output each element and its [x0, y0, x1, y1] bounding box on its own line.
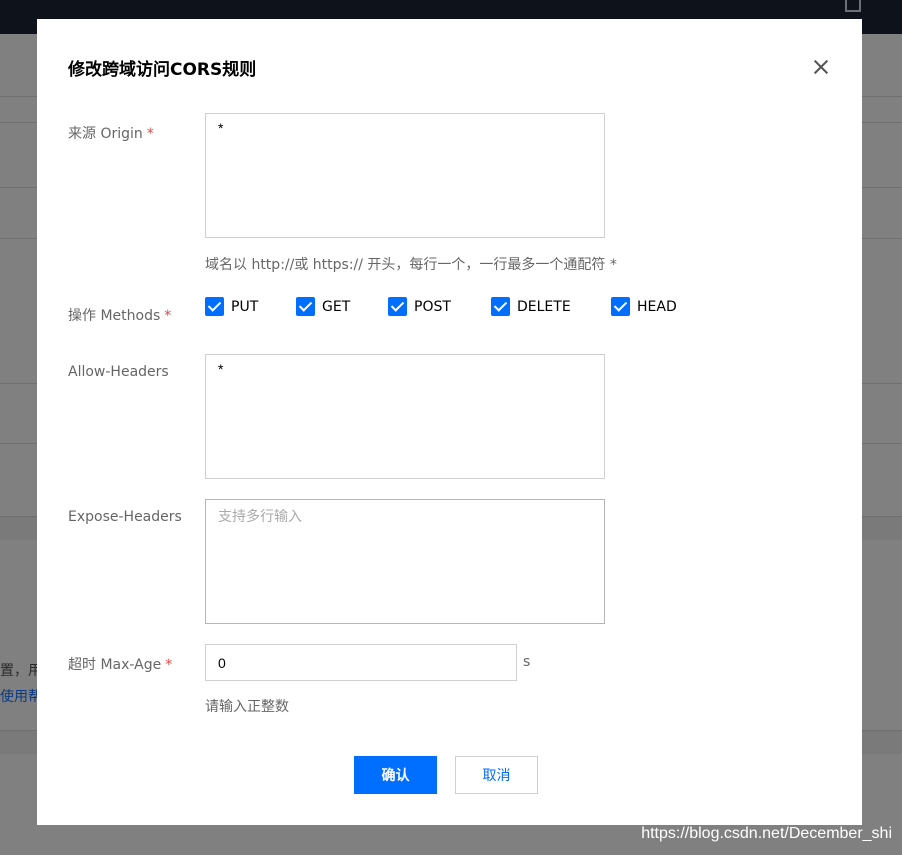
expose-headers-label: Expose-Headers [68, 509, 182, 525]
method-checkbox-delete[interactable]: DELETE [491, 297, 571, 316]
checkbox-checked-icon[interactable] [491, 297, 510, 316]
method-checkbox-get[interactable]: GET [296, 297, 350, 316]
expose-headers-textarea[interactable] [205, 499, 605, 624]
origin-help-text: 域名以 http://或 https:// 开头，每行一个，一行最多一个通配符 … [205, 257, 617, 273]
cancel-button[interactable]: 取消 [455, 756, 538, 794]
allow-headers-label: Allow-Headers [68, 364, 169, 380]
checkbox-checked-icon[interactable] [205, 297, 224, 316]
watermark: https://blog.csdn.net/December_shi [641, 825, 892, 842]
close-icon[interactable] [809, 55, 833, 79]
confirm-button[interactable]: 确认 [354, 756, 437, 794]
required-mark: * [165, 657, 173, 673]
checkbox-checked-icon[interactable] [296, 297, 315, 316]
max-age-help-text: 请输入正整数 [205, 699, 289, 715]
origin-textarea[interactable]: * [205, 113, 605, 238]
dialog-title: 修改跨域访问CORS规则 [68, 60, 257, 80]
origin-label: 来源 Origin * [68, 126, 154, 142]
checkbox-checked-icon[interactable] [611, 297, 630, 316]
method-checkbox-head[interactable]: HEAD [611, 297, 677, 316]
max-age-input[interactable] [205, 644, 517, 681]
grid-icon[interactable] [845, 0, 861, 12]
background-help-link[interactable]: 使用帮 [0, 686, 42, 706]
method-checkbox-post[interactable]: POST [388, 297, 451, 316]
background-text: 置，用 [0, 663, 42, 679]
method-checkbox-put[interactable]: PUT [205, 297, 258, 316]
checkbox-checked-icon[interactable] [388, 297, 407, 316]
allow-headers-textarea[interactable]: * [205, 354, 605, 479]
required-mark: * [164, 308, 172, 324]
cors-rule-dialog: 修改跨域访问CORS规则 来源 Origin * * 域名以 http://或 h… [37, 19, 862, 825]
max-age-unit: s [523, 654, 531, 670]
methods-label: 操作 Methods * [68, 308, 172, 324]
required-mark: * [146, 126, 154, 142]
max-age-label: 超时 Max-Age * [68, 657, 173, 673]
